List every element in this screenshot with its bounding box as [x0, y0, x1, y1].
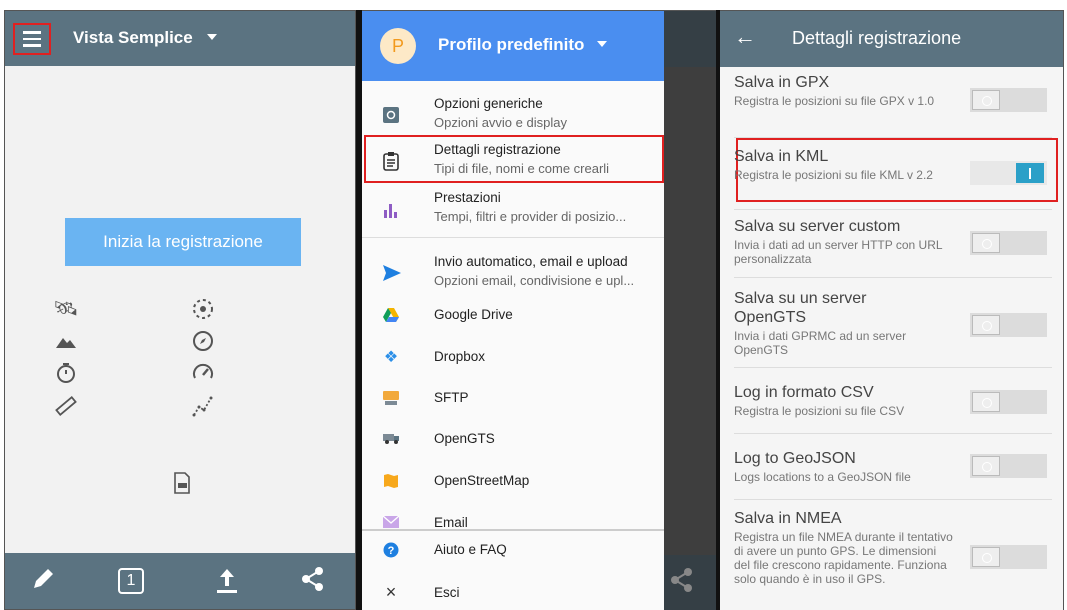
send-icon [382, 264, 401, 282]
divider [362, 529, 664, 531]
drawer-item-auto-send[interactable]: Invio automatico, email e upload Opzioni… [362, 251, 664, 291]
item-title: Invio automatico, email e upload [434, 254, 628, 269]
clipboard-icon [382, 151, 400, 171]
stopwatch-icon [53, 361, 79, 387]
file-icon [169, 471, 195, 497]
drawer-item-performance[interactable]: Prestazioni Tempi, filtri e provider di … [362, 187, 664, 227]
share-icon [668, 566, 696, 599]
divider [734, 209, 1052, 210]
gps-target-icon [190, 297, 216, 323]
svg-text:?: ? [388, 545, 395, 557]
share-icon[interactable] [297, 565, 329, 597]
simple-view-screen: Vista Semplice Inizia la registrazione 🛰… [4, 10, 356, 610]
item-title: Dropbox [434, 349, 486, 364]
view-title[interactable]: Vista Semplice [73, 28, 193, 48]
scrim[interactable] [664, 11, 716, 610]
setting-title: Salva su un server OpenGTS [734, 290, 867, 326]
route-icon [190, 394, 216, 420]
setting-description: Registra un file NMEA durante il tentati… [734, 530, 953, 586]
counter-value: 1 [126, 572, 136, 589]
setting-description: Registra le posizioni su file GPX v 1.0 [734, 94, 935, 108]
item-title: Esci [434, 585, 460, 600]
drawer-item-general-options[interactable]: Opzioni generiche Opzioni avvio e displa… [362, 93, 664, 133]
item-title: SFTP [434, 390, 469, 405]
divider [734, 433, 1052, 434]
drawer-item-google-drive[interactable]: Google Drive [362, 303, 664, 329]
mountain-icon [53, 329, 79, 355]
satellite-icon: 🛰 [53, 298, 79, 320]
item-subtitle: Tipi di file, nomi e come crearli [434, 161, 610, 176]
navigation-drawer: P Profilo predefinito Opzioni generiche … [362, 11, 664, 610]
custom-server-toggle[interactable] [970, 231, 1047, 255]
profile-name[interactable]: Profilo predefinito [438, 35, 584, 55]
gpx-toggle[interactable] [970, 88, 1047, 112]
upload-icon[interactable] [211, 565, 243, 597]
speedometer-icon [190, 361, 216, 387]
logging-details-screen: ← Dettagli registrazione Salva in GPX Re… [720, 10, 1064, 610]
back-arrow-icon[interactable]: ← [734, 23, 756, 51]
item-title: OpenStreetMap [434, 473, 530, 488]
hamburger-menu-icon[interactable] [13, 23, 51, 55]
item-title: Dettagli registrazione [434, 142, 561, 157]
item-title: Google Drive [434, 307, 513, 322]
help-icon: ? [382, 542, 400, 560]
drawer-item-openstreetmap[interactable]: OpenStreetMap [362, 469, 664, 495]
setting-description: Invia i dati ad un server HTTP con URL p… [734, 238, 943, 266]
bar-chart-icon [382, 201, 400, 219]
setting-description: Logs locations to a GeoJSON file [734, 470, 911, 484]
page-title: Dettagli registrazione [792, 28, 962, 48]
drawer-item-sftp[interactable]: SFTP [362, 386, 664, 412]
drawer-item-help[interactable]: ? Aiuto e FAQ [362, 538, 664, 564]
setting-description: Registra le posizioni su file CSV [734, 404, 905, 418]
counter-icon[interactable]: 1 [115, 565, 147, 597]
server-icon [382, 390, 400, 408]
divider [362, 237, 664, 238]
bottom-toolbar: 1 [5, 553, 355, 609]
app-bar: Vista Semplice [5, 11, 355, 66]
item-subtitle: Opzioni email, condivisione e upl... [434, 273, 635, 288]
drawer-item-exit[interactable]: × Esci [362, 579, 664, 605]
item-title: Prestazioni [434, 190, 501, 205]
geojson-toggle[interactable] [970, 454, 1047, 478]
drawer-header[interactable]: P Profilo predefinito [362, 11, 664, 81]
drawer-item-email[interactable]: Email [362, 511, 664, 537]
truck-icon [382, 431, 400, 449]
navigation-drawer-screen: P Profilo predefinito Opzioni generiche … [362, 10, 716, 610]
gear-icon [382, 106, 400, 124]
profile-dropdown-icon[interactable] [597, 41, 607, 47]
nmea-toggle[interactable] [970, 545, 1047, 569]
dropbox-icon: ❖ [383, 349, 399, 366]
item-subtitle: Opzioni avvio e display [434, 115, 567, 130]
divider [734, 277, 1052, 278]
setting-title: Salva in NMEA [734, 510, 842, 527]
close-icon: × [385, 582, 397, 602]
map-icon [382, 473, 400, 491]
setting-description: Registra le posizioni su file KML v 2.2 [734, 168, 933, 182]
item-title: Aiuto e FAQ [434, 542, 507, 557]
setting-description: Invia i dati GPRMC ad un server OpenGTS [734, 329, 907, 357]
view-dropdown-icon[interactable] [207, 34, 217, 40]
item-title: OpenGTS [434, 431, 495, 446]
start-logging-button[interactable]: Inizia la registrazione [65, 218, 301, 266]
pencil-icon[interactable] [27, 565, 59, 597]
item-subtitle: Tempi, filtri e provider di posizio... [434, 209, 627, 224]
app-bar: ← Dettagli registrazione [720, 11, 1063, 67]
avatar: P [380, 28, 416, 64]
kml-toggle[interactable] [970, 161, 1047, 185]
ruler-icon [53, 394, 79, 420]
divider [734, 367, 1052, 368]
drawer-item-logging-details[interactable]: Dettagli registrazione Tipi di file, nom… [362, 139, 664, 179]
drawer-item-opengts[interactable]: OpenGTS [362, 427, 664, 453]
divider [734, 499, 1052, 500]
item-title: Opzioni generiche [434, 96, 543, 111]
csv-toggle[interactable] [970, 390, 1047, 414]
item-title: Email [434, 515, 468, 530]
opengts-toggle[interactable] [970, 313, 1047, 337]
google-drive-icon [382, 307, 400, 325]
drawer-item-dropbox[interactable]: ❖ Dropbox [362, 345, 664, 371]
compass-icon [190, 329, 216, 355]
